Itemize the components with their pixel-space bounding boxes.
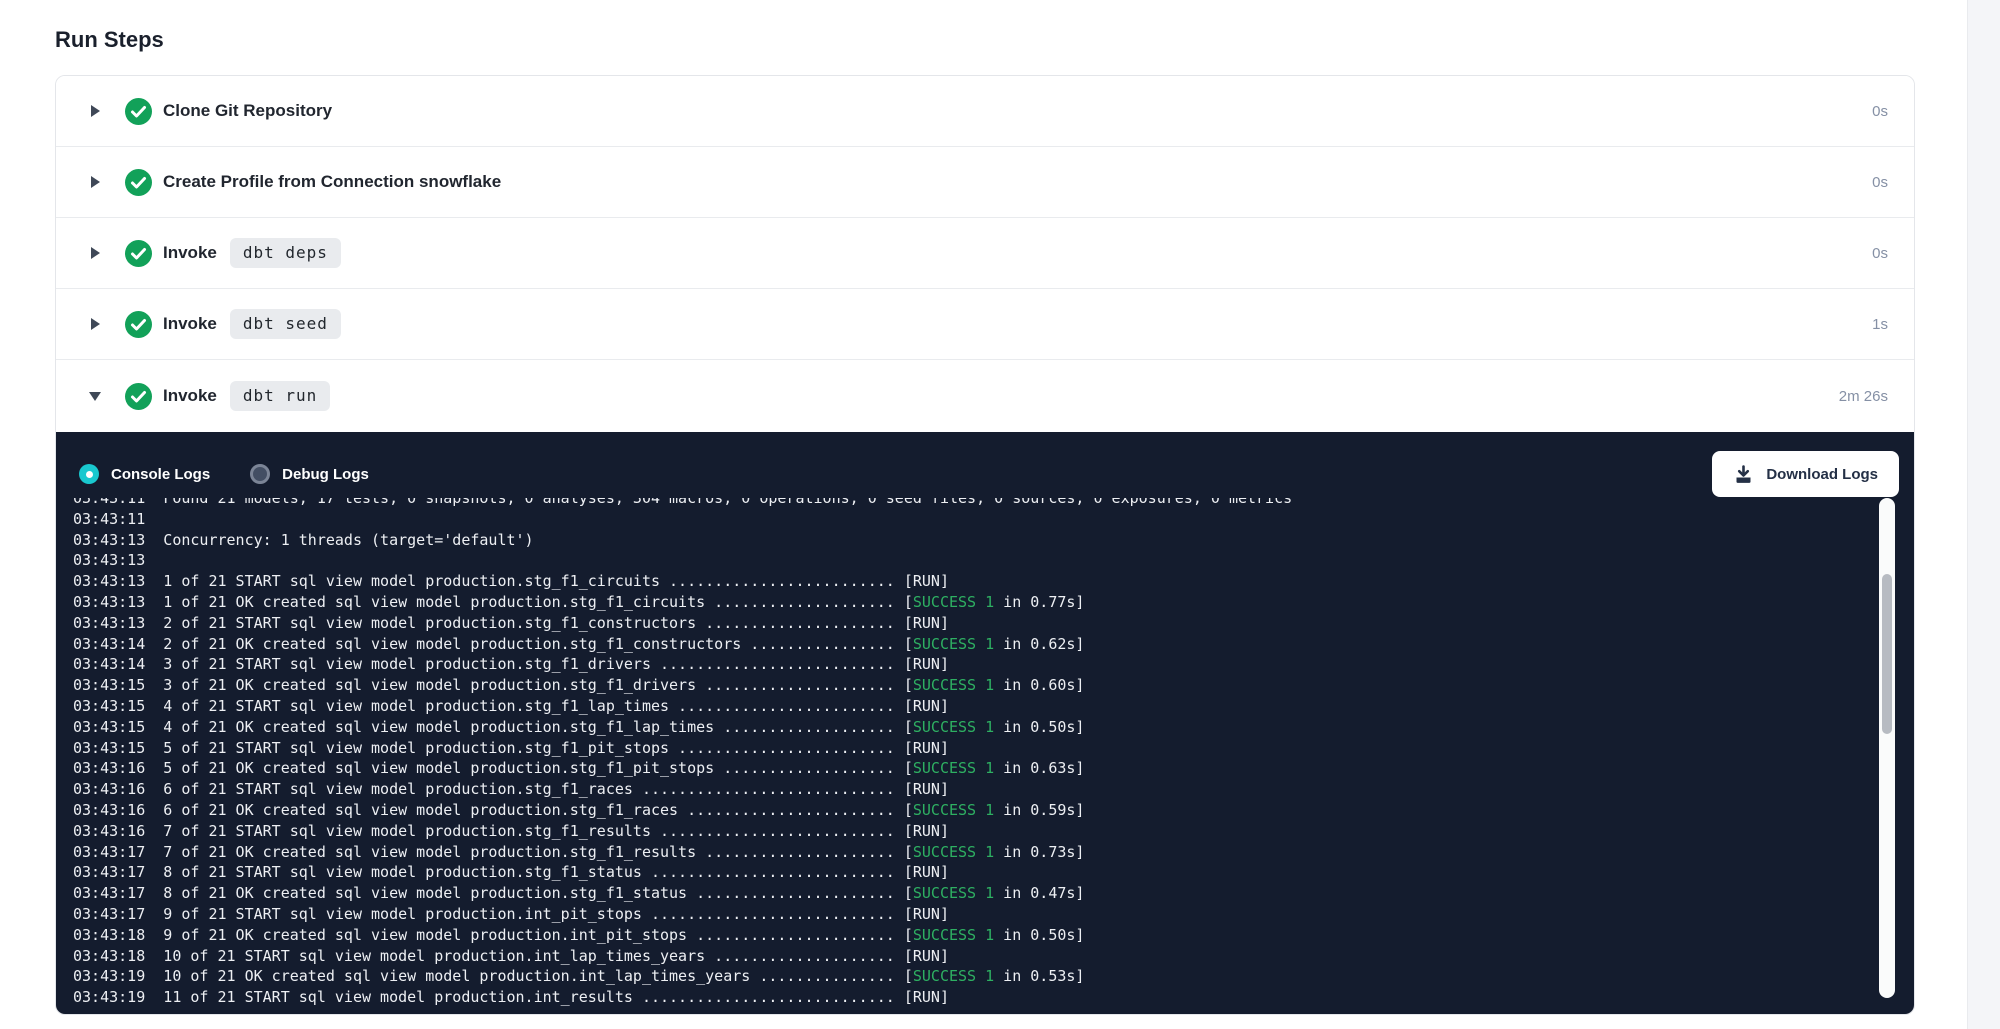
- log-line: 03:43:17 9 of 21 START sql view model pr…: [73, 904, 1873, 925]
- log-success-badge: SUCCESS 1: [913, 676, 994, 694]
- success-check-icon: [125, 240, 152, 267]
- chevron-right-icon[interactable]: [88, 317, 102, 331]
- chevron-right-icon[interactable]: [88, 246, 102, 260]
- step-row[interactable]: Create Profile from Connection snowflake…: [56, 147, 1914, 218]
- log-type-radio-group: Console Logs Debug Logs: [79, 464, 409, 484]
- chevron-down-icon[interactable]: [88, 390, 102, 402]
- log-line: 03:43:16 5 of 21 OK created sql view mod…: [73, 758, 1873, 779]
- log-success-badge: SUCCESS 1: [913, 801, 994, 819]
- run-steps-list: Clone Git Repository0sCreate Profile fro…: [56, 76, 1914, 432]
- log-success-badge: SUCCESS 1: [913, 926, 994, 944]
- step-command-chip: dbt run: [230, 381, 330, 411]
- log-line: 03:43:14 3 of 21 START sql view model pr…: [73, 654, 1873, 675]
- log-scrollbar-track[interactable]: [1879, 498, 1895, 998]
- success-check-icon: [125, 169, 152, 196]
- log-line: 03:43:17 7 of 21 OK created sql view mod…: [73, 842, 1873, 863]
- log-line: 03:43:17 8 of 21 OK created sql view mod…: [73, 883, 1873, 904]
- log-panel-header: Console Logs Debug Logs: [56, 432, 1914, 484]
- step-label: Create Profile from Connection snowflake: [163, 172, 501, 192]
- step-label: Invoke: [163, 243, 217, 263]
- log-line: 03:43:15 5 of 21 START sql view model pr…: [73, 738, 1873, 759]
- step-duration: 0s: [1872, 174, 1888, 191]
- log-success-badge: SUCCESS 1: [913, 718, 994, 736]
- chevron-right-icon[interactable]: [88, 175, 102, 189]
- log-line: 03:43:18 9 of 21 OK created sql view mod…: [73, 925, 1873, 946]
- log-success-badge: SUCCESS 1: [913, 759, 994, 777]
- success-check-icon: [125, 383, 152, 410]
- log-line: 03:43:15 3 of 21 OK created sql view mod…: [73, 675, 1873, 696]
- run-steps-card: Clone Git Repository0sCreate Profile fro…: [55, 75, 1915, 1015]
- log-line: 03:43:19 10 of 21 OK created sql view mo…: [73, 966, 1873, 987]
- log-line: 03:43:13: [73, 550, 1873, 571]
- step-duration: 0s: [1872, 245, 1888, 262]
- log-line: 03:43:19 11 of 21 START sql view model p…: [73, 987, 1873, 1008]
- log-line: 03:43:17 8 of 21 START sql view model pr…: [73, 862, 1873, 883]
- console-log-output: 03:43:11 Found 21 models, 17 tests, 0 sn…: [73, 498, 1873, 1012]
- step-command-chip: dbt seed: [230, 309, 341, 339]
- success-check-icon: [125, 311, 152, 338]
- page-scroll-gutter: [1967, 0, 2000, 1029]
- log-line: 03:43:18 10 of 21 START sql view model p…: [73, 946, 1873, 967]
- log-success-badge: SUCCESS 1: [913, 884, 994, 902]
- log-line: 03:43:15 4 of 21 START sql view model pr…: [73, 696, 1873, 717]
- log-line: 03:43:16 6 of 21 OK created sql view mod…: [73, 800, 1873, 821]
- radio-console-logs[interactable]: Console Logs: [79, 464, 210, 484]
- log-panel: Console Logs Debug Logs Download Logs 03:…: [56, 432, 1914, 1015]
- step-row[interactable]: Invoke dbt seed 1s: [56, 289, 1914, 360]
- log-scrollbar-thumb[interactable]: [1882, 574, 1892, 734]
- step-row[interactable]: Clone Git Repository 0s: [56, 76, 1914, 147]
- step-row[interactable]: Invoke dbt deps 0s: [56, 218, 1914, 289]
- step-label: Invoke: [163, 314, 217, 334]
- log-line: 03:43:13 1 of 21 START sql view model pr…: [73, 571, 1873, 592]
- log-line: 03:43:14 2 of 21 OK created sql view mod…: [73, 634, 1873, 655]
- log-success-badge: SUCCESS 1: [913, 593, 994, 611]
- log-line: 03:43:13 2 of 21 START sql view model pr…: [73, 613, 1873, 634]
- radio-selected-icon[interactable]: [79, 464, 99, 484]
- radio-unselected-icon[interactable]: [250, 464, 270, 484]
- step-duration: 2m 26s: [1839, 388, 1888, 405]
- log-line: 03:43:11 Found 21 models, 17 tests, 0 sn…: [73, 498, 1873, 509]
- radio-label: Console Logs: [111, 466, 210, 483]
- chevron-right-icon[interactable]: [88, 104, 102, 118]
- log-line: 03:43:13 1 of 21 OK created sql view mod…: [73, 592, 1873, 613]
- radio-label: Debug Logs: [282, 466, 369, 483]
- log-success-badge: SUCCESS 1: [913, 967, 994, 985]
- log-line: 03:43:15 4 of 21 OK created sql view mod…: [73, 717, 1873, 738]
- step-label: Clone Git Repository: [163, 101, 332, 121]
- step-command-chip: dbt deps: [230, 238, 341, 268]
- download-logs-label: Download Logs: [1766, 466, 1878, 483]
- log-line: 03:43:16 6 of 21 START sql view model pr…: [73, 779, 1873, 800]
- step-row[interactable]: Invoke dbt run 2m 26s: [56, 360, 1914, 432]
- success-check-icon: [125, 98, 152, 125]
- page-title: Run Steps: [55, 25, 164, 55]
- log-success-badge: SUCCESS 1: [913, 635, 994, 653]
- log-line: 03:43:11: [73, 509, 1873, 530]
- radio-debug-logs[interactable]: Debug Logs: [250, 464, 369, 484]
- step-duration: 1s: [1872, 316, 1888, 333]
- log-success-badge: SUCCESS 1: [913, 843, 994, 861]
- download-logs-button[interactable]: Download Logs: [1712, 451, 1899, 497]
- step-label: Invoke: [163, 386, 217, 406]
- log-line: 03:43:13 Concurrency: 1 threads (target=…: [73, 530, 1873, 551]
- download-icon: [1733, 464, 1754, 485]
- step-duration: 0s: [1872, 103, 1888, 120]
- log-line: 03:43:16 7 of 21 START sql view model pr…: [73, 821, 1873, 842]
